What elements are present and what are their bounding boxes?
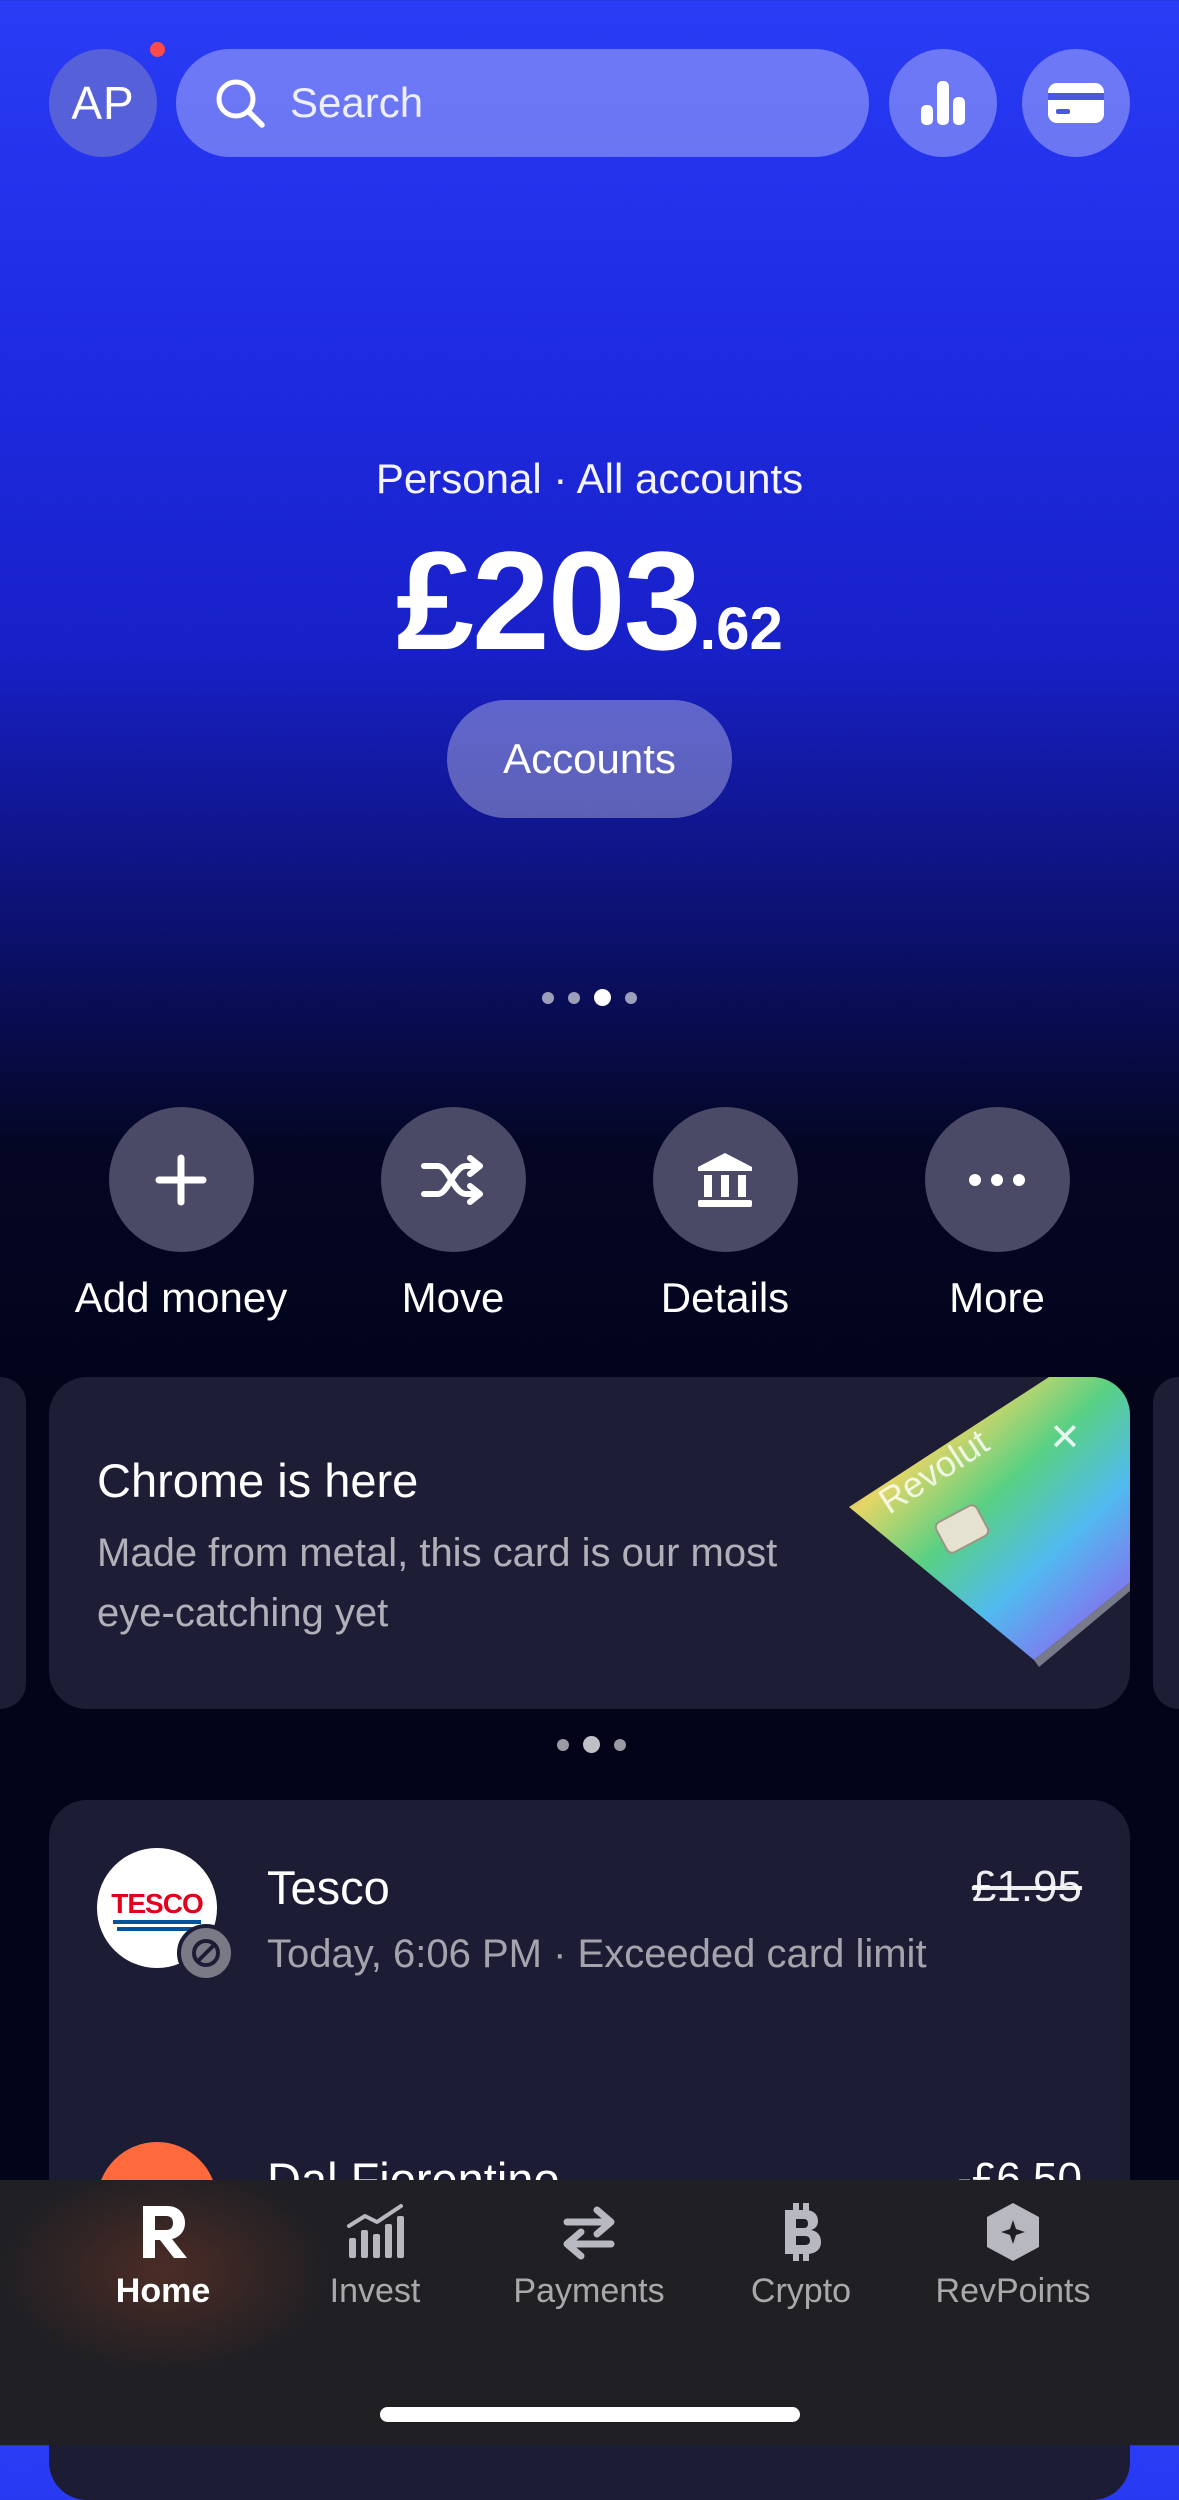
tab-label: RevPoints	[935, 2272, 1091, 2310]
promo-card[interactable]: Chrome is here Made from metal, this car…	[49, 1377, 1130, 1709]
promo-pager[interactable]	[557, 1736, 626, 1753]
transaction-row-tesco[interactable]: TESCO	[97, 1848, 235, 1982]
pager-dot	[625, 991, 637, 1004]
chrome-card-image: Revolut	[849, 1377, 1130, 1667]
bank-icon	[698, 1152, 752, 1207]
move-button[interactable]: Move	[323, 1107, 583, 1322]
transfer-arrows-icon	[563, 2206, 615, 2260]
add-money-button[interactable]: Add money	[51, 1107, 311, 1322]
home-indicator	[380, 2407, 800, 2422]
pager-dot	[614, 1738, 626, 1751]
pager-dot	[557, 1738, 569, 1751]
analytics-button[interactable]	[889, 49, 997, 157]
promo-card-previous[interactable]	[0, 1377, 26, 1709]
search-icon	[216, 79, 265, 128]
promo-card-next[interactable]	[1153, 1377, 1179, 1709]
balance-decimals: .62	[699, 595, 783, 662]
total-balance: £203.62	[0, 520, 1179, 682]
notification-dot	[150, 42, 165, 57]
pager-dot-active	[583, 1736, 600, 1753]
transaction-subtitle: Today, 6:06 PM · Exceeded card limit	[267, 1932, 927, 1976]
cards-button[interactable]	[1022, 49, 1130, 157]
tab-home[interactable]: Home	[63, 2200, 263, 2311]
more-label: More	[949, 1274, 1045, 1321]
bitcoin-icon	[785, 2203, 821, 2261]
plus-icon	[155, 1154, 207, 1205]
tab-label: Home	[115, 2272, 211, 2310]
invest-chart-icon	[347, 2204, 404, 2258]
shuffle-icon	[421, 1154, 483, 1205]
revpoints-hex-icon	[987, 2203, 1039, 2261]
transaction-merchant: Tesco	[267, 1861, 390, 1914]
details-label: Details	[660, 1274, 790, 1321]
pager-dot-active	[594, 989, 611, 1006]
pager-dot	[568, 991, 580, 1004]
search-bar[interactable]: Search	[176, 49, 869, 157]
more-button[interactable]: More	[867, 1107, 1127, 1322]
search-placeholder: Search	[290, 79, 424, 126]
balance-subtitle: Personal · All accounts	[375, 455, 804, 502]
stats-icon	[921, 81, 965, 125]
details-button[interactable]: Details	[595, 1107, 855, 1322]
move-label: Move	[401, 1274, 505, 1321]
more-icon	[969, 1173, 1025, 1186]
revolut-r-icon	[143, 2206, 187, 2258]
tab-label: Payments	[513, 2272, 665, 2310]
tab-payments[interactable]: Payments	[489, 2200, 689, 2311]
tab-label: Crypto	[750, 2272, 852, 2310]
add-money-label: Add money	[74, 1274, 288, 1321]
transaction-amount: £1.95	[971, 1862, 1082, 1911]
balance-main: £203	[396, 522, 701, 679]
tab-label: Invest	[329, 2272, 421, 2310]
balance-pager[interactable]	[542, 989, 637, 1006]
promo-title: Chrome is here	[97, 1454, 419, 1507]
tab-invest[interactable]: Invest	[275, 2200, 475, 2311]
tab-crypto[interactable]: Crypto	[701, 2200, 901, 2311]
tab-revpoints[interactable]: RevPoints	[913, 2200, 1113, 2311]
accounts-button[interactable]: Accounts	[447, 700, 732, 818]
accounts-button-label: Accounts	[503, 735, 676, 782]
declined-icon	[177, 1924, 235, 1982]
pager-dot	[542, 991, 554, 1004]
promo-text: Made from metal, this card is our most e…	[97, 1531, 778, 1635]
avatar-initials: AP	[71, 77, 135, 129]
card-icon	[1048, 83, 1104, 123]
profile-avatar[interactable]: AP	[49, 49, 157, 157]
close-icon[interactable]: ✕	[1049, 1415, 1081, 1460]
